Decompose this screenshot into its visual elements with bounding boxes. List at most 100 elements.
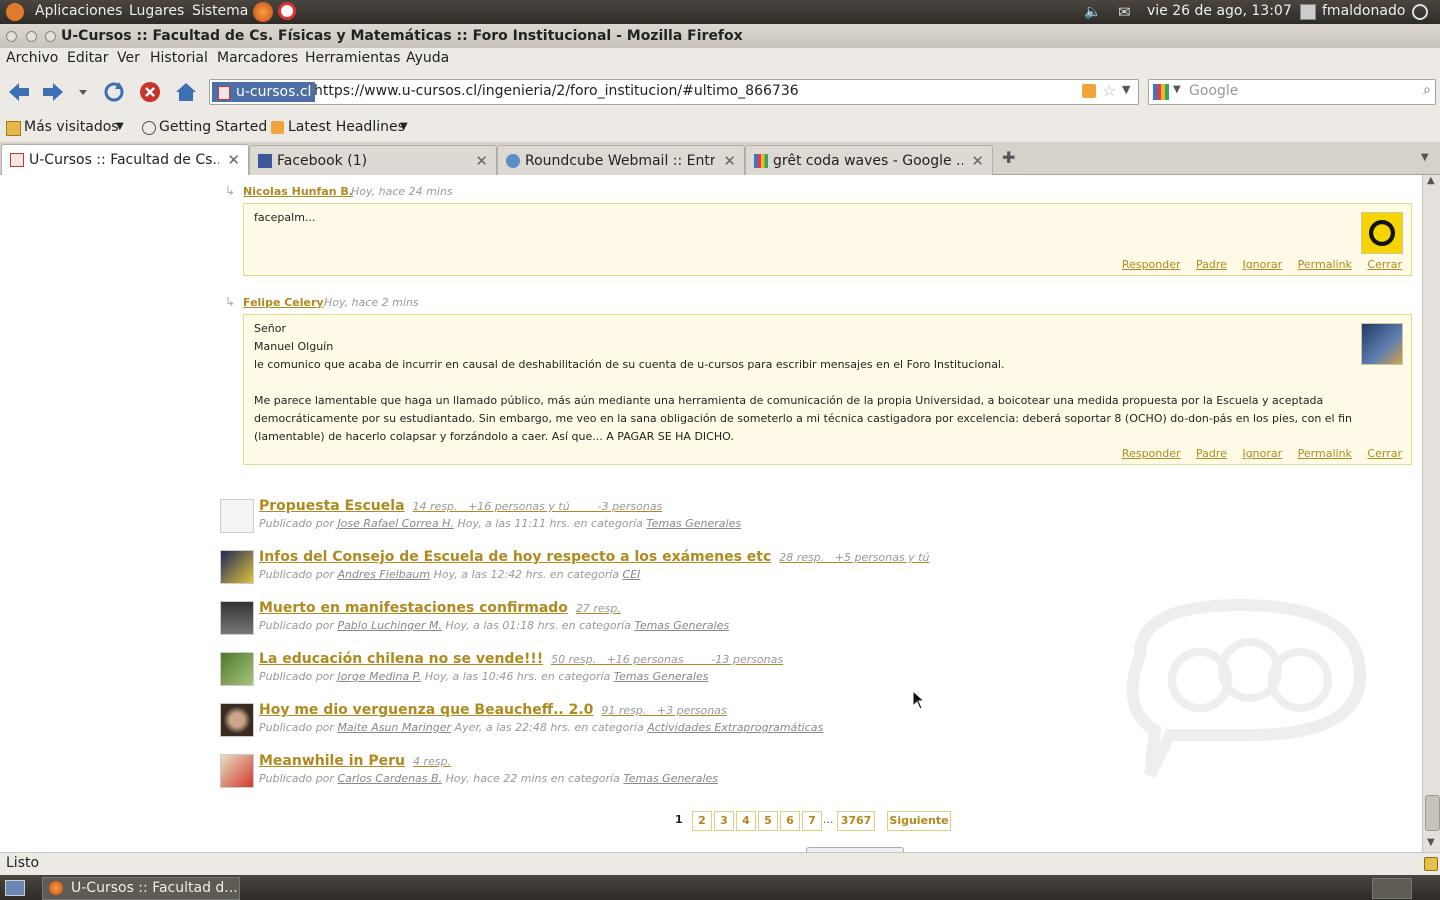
page-link[interactable]: 4 — [736, 811, 756, 831]
url-dropdown-icon[interactable]: ▼ — [1122, 83, 1130, 96]
page-link[interactable]: 3 — [714, 811, 734, 831]
applications-menu[interactable]: Aplicaciones — [35, 3, 122, 19]
firefox-launcher-icon[interactable] — [253, 2, 273, 22]
thread-title-link[interactable]: Infos del Consejo de Escuela de hoy resp… — [259, 549, 771, 565]
thread-thumbnail[interactable] — [220, 652, 254, 686]
thread-author-link[interactable]: Jose Rafael Correa H. — [337, 517, 454, 530]
url-bar[interactable]: u-cursos.cl https://www.u-cursos.cl/inge… — [209, 79, 1139, 105]
places-menu[interactable]: Lugares — [129, 3, 184, 19]
thread-title-link[interactable]: La educación chilena no se vende!!! — [259, 651, 543, 667]
list-all-tabs-icon[interactable]: ▼ — [1421, 152, 1429, 163]
parent-link[interactable]: Padre — [1196, 258, 1227, 271]
thread-title-link[interactable]: Propuesta Escuela — [259, 498, 405, 514]
tab-roundcube[interactable]: Roundcube Webmail :: Entr... ✕ — [497, 145, 745, 175]
lock-icon[interactable] — [1424, 857, 1438, 871]
username[interactable]: fmaldonado — [1322, 3, 1405, 19]
thread-thumbnail[interactable] — [220, 550, 254, 584]
bookmark-most-visited[interactable]: Más visitados — [24, 119, 119, 135]
thread-category-link[interactable]: Actividades Extraprogramáticas — [647, 721, 823, 734]
thread-category-link[interactable]: Temas Generales — [646, 517, 741, 530]
clock[interactable]: vie 26 de ago, 13:07 — [1147, 3, 1292, 19]
close-tab-icon[interactable]: ✕ — [227, 151, 240, 169]
reply-link[interactable]: Responder — [1122, 258, 1181, 271]
bookmark-latest-headlines[interactable]: Latest Headlines — [288, 119, 405, 135]
search-box[interactable]: ▼ Google ⌕ — [1148, 79, 1436, 105]
stop-icon[interactable] — [137, 79, 163, 105]
scroll-up-icon[interactable]: ▲ — [1427, 175, 1435, 186]
parent-link[interactable]: Padre — [1196, 447, 1227, 460]
permalink-link[interactable]: Permalink — [1298, 447, 1352, 460]
thread-category-link[interactable]: Temas Generales — [634, 619, 729, 632]
thread-title-link[interactable]: Meanwhile in Peru — [259, 753, 405, 769]
menu-ayuda[interactable]: Ayuda — [406, 50, 449, 66]
power-icon[interactable] — [1412, 4, 1428, 20]
new-tab-icon[interactable]: ✚ — [1002, 148, 1015, 167]
system-menu[interactable]: Sistema — [192, 3, 248, 19]
home-icon[interactable] — [173, 79, 199, 105]
search-icon[interactable]: ⌕ — [1423, 82, 1431, 98]
chevron-down-icon[interactable]: ▼ — [400, 121, 408, 132]
history-dropdown-icon[interactable] — [76, 79, 90, 105]
maximize-window-button[interactable] — [45, 31, 56, 42]
avatar[interactable] — [1361, 212, 1403, 254]
close-tab-icon[interactable]: ✕ — [971, 152, 984, 170]
close-tab-icon[interactable]: ✕ — [723, 152, 736, 170]
chevron-down-icon[interactable]: ▼ — [116, 121, 124, 132]
scroll-down-icon[interactable]: ▼ — [1427, 837, 1435, 848]
taskbar-window-button[interactable]: U-Cursos :: Facultad d... — [42, 877, 240, 900]
thread-author-link[interactable]: Andres Fielbaum — [337, 568, 430, 581]
thread-category-link[interactable]: Temas Generales — [623, 772, 718, 785]
page-link[interactable]: 7 — [802, 811, 822, 831]
scrollbar-thumb[interactable] — [1425, 795, 1440, 831]
ignore-link[interactable]: Ignorar — [1242, 258, 1282, 271]
avatar[interactable] — [1361, 323, 1403, 365]
window-titlebar[interactable]: U-Cursos :: Facultad de Cs. Físicas y Ma… — [0, 24, 1440, 48]
last-page-link[interactable]: 3767 — [837, 811, 875, 831]
ignore-link[interactable]: Ignorar — [1242, 447, 1282, 460]
comment-author[interactable]: Felipe Celery — [243, 296, 324, 309]
thread-title-link[interactable]: Muerto en manifestaciones confirmado — [259, 600, 568, 616]
ubuntu-logo-icon[interactable] — [6, 3, 24, 21]
tab-facebook[interactable]: Facebook (1) ✕ — [249, 145, 497, 175]
reload-icon[interactable] — [101, 79, 127, 105]
vertical-scrollbar[interactable]: ▲ ▼ — [1422, 175, 1440, 852]
thread-thumbnail[interactable] — [220, 754, 254, 788]
bookmark-star-icon[interactable]: ☆ — [1102, 81, 1116, 100]
thread-author-link[interactable]: Pablo Luchinger M. — [337, 619, 442, 632]
comment-author[interactable]: Nicolas Hunfan B. — [243, 185, 353, 198]
bookmark-getting-started[interactable]: Getting Started — [159, 119, 267, 135]
close-tab-icon[interactable]: ✕ — [475, 152, 488, 170]
thread-author-link[interactable]: Carlos Cardenas B. — [337, 772, 442, 785]
google-engine-icon[interactable] — [1153, 84, 1169, 100]
help-launcher-icon[interactable] — [278, 2, 296, 20]
menu-editar[interactable]: Editar — [67, 50, 108, 66]
engine-dropdown-icon[interactable]: ▼ — [1173, 84, 1181, 95]
thread-thumbnail[interactable] — [220, 601, 254, 635]
thread-thumbnail[interactable] — [220, 703, 254, 737]
reply-link[interactable]: Responder — [1122, 447, 1181, 460]
thread-category-link[interactable]: CEI — [623, 568, 641, 581]
rss-feed-icon[interactable] — [1082, 84, 1096, 98]
volume-icon[interactable]: 🔈 — [1084, 4, 1101, 20]
thread-category-link[interactable]: Temas Generales — [614, 670, 709, 683]
menu-marcadores[interactable]: Marcadores — [217, 50, 298, 66]
user-icon[interactable] — [1300, 4, 1316, 20]
permalink-link[interactable]: Permalink — [1298, 258, 1352, 271]
show-desktop-icon[interactable] — [5, 880, 25, 896]
mail-icon[interactable]: ✉ — [1118, 4, 1134, 20]
close-link[interactable]: Cerrar — [1367, 447, 1402, 460]
minimize-window-button[interactable] — [26, 31, 37, 42]
url-text[interactable]: https://www.u-cursos.cl/ingenieria/2/for… — [314, 83, 799, 99]
menu-archivo[interactable]: Archivo — [6, 50, 58, 66]
thread-author-link[interactable]: Jorge Medina P. — [337, 670, 421, 683]
page-link[interactable]: 5 — [758, 811, 778, 831]
close-window-button[interactable] — [6, 31, 17, 42]
tab-ucursos[interactable]: U-Cursos :: Facultad de Cs.... ✕ — [1, 144, 249, 176]
next-page-link[interactable]: Siguiente — [887, 811, 951, 831]
firefox-tray-icon[interactable] — [1372, 878, 1412, 899]
back-arrow-icon[interactable] — [6, 79, 32, 105]
menu-historial[interactable]: Historial — [150, 50, 208, 66]
menu-herramientas[interactable]: Herramientas — [305, 50, 400, 66]
thread-thumbnail[interactable] — [220, 499, 254, 533]
page-link[interactable]: 6 — [780, 811, 800, 831]
